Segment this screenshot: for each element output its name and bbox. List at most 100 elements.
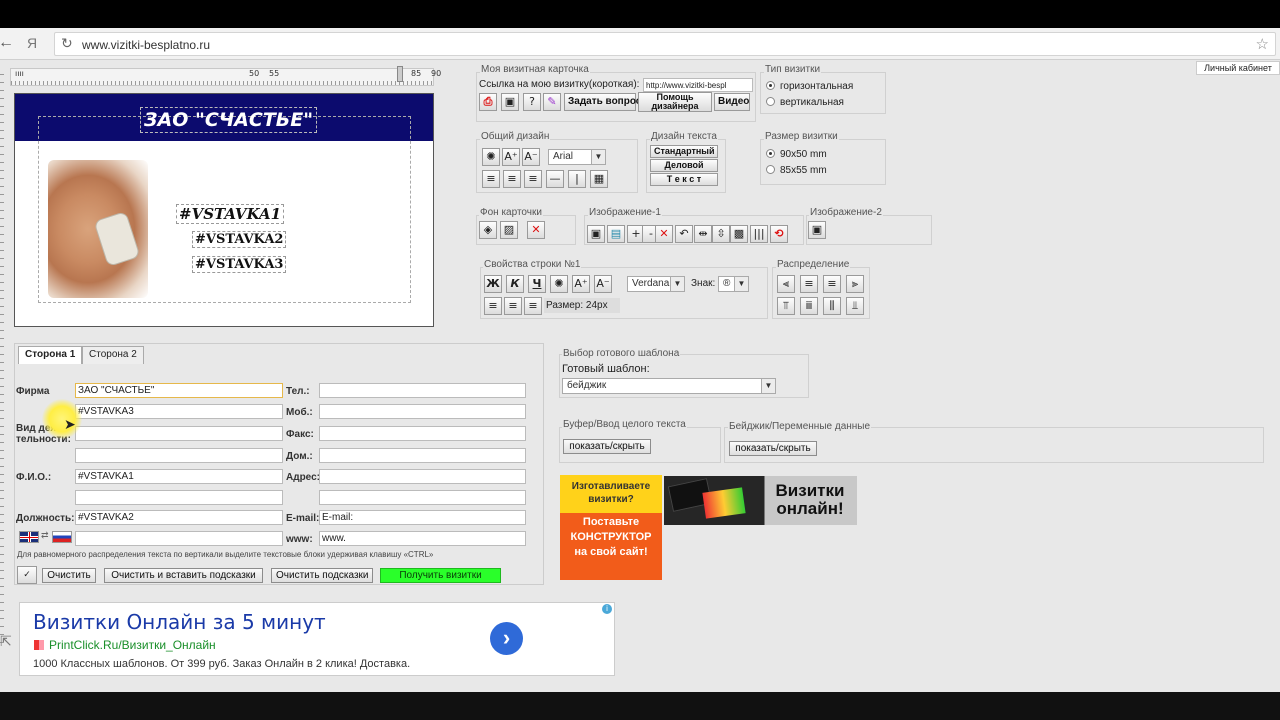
barcode-icon[interactable]: ||| bbox=[750, 225, 768, 243]
activity-input-3[interactable] bbox=[75, 448, 283, 463]
edit-icon[interactable]: ✎ bbox=[543, 93, 561, 111]
designer-help-button[interactable]: Помощь дизайнера bbox=[638, 92, 712, 112]
line-font-increase-icon[interactable]: A⁺ bbox=[572, 275, 590, 293]
position-input[interactable]: #VSTAVKA2 bbox=[75, 510, 283, 525]
distribute-bottom-icon[interactable]: ⫫ bbox=[846, 297, 864, 315]
font-increase-icon[interactable]: A⁺ bbox=[502, 148, 520, 166]
line-align-right-icon[interactable]: ≡ bbox=[524, 297, 542, 315]
card-line-1[interactable]: #VSTAVKA1 bbox=[176, 204, 285, 224]
position-input-2[interactable] bbox=[75, 531, 283, 546]
swap-language-icon[interactable]: ⇄ bbox=[41, 530, 49, 541]
address-input-2[interactable] bbox=[319, 490, 526, 505]
sign-select[interactable]: ® ▼ bbox=[718, 276, 749, 292]
ad-title[interactable]: Визитки Онлайн за 5 минут bbox=[33, 610, 326, 634]
line-font-decrease-icon[interactable]: A⁻ bbox=[594, 275, 612, 293]
back-icon[interactable]: ← bbox=[0, 34, 14, 52]
ad-domain[interactable]: PrintClick.Ru/Визитки_Онлайн bbox=[49, 638, 216, 652]
personal-cabinet-link[interactable]: Личный кабинет bbox=[1196, 61, 1280, 75]
yandex-icon[interactable]: Я bbox=[27, 35, 37, 51]
address-bar[interactable]: ↻ www.vizitki-besplatno.ru ☆ bbox=[54, 32, 1276, 56]
firm-input[interactable]: ЗАО "СЧАСТЬЕ" bbox=[75, 383, 283, 398]
www-input[interactable]: www. bbox=[319, 531, 526, 546]
distribute-vertical-top-icon[interactable]: ⅲ bbox=[800, 297, 818, 315]
clear-hints-button[interactable]: Очистить подсказки bbox=[271, 568, 373, 583]
qr-code-icon[interactable]: ▩ bbox=[730, 225, 748, 243]
reload-icon[interactable]: ↻ bbox=[61, 35, 73, 52]
line-align-left-icon[interactable]: ≡ bbox=[484, 297, 502, 315]
distribute-center-icon[interactable]: ≡ bbox=[823, 275, 841, 293]
address-input[interactable] bbox=[319, 469, 526, 484]
horizontal-line-icon[interactable]: — bbox=[546, 170, 564, 188]
card-photo[interactable] bbox=[48, 160, 148, 298]
line-align-center-icon[interactable]: ≡ bbox=[504, 297, 522, 315]
distribute-left-icon[interactable]: ⫷ bbox=[777, 275, 795, 293]
bookmark-star-icon[interactable]: ☆ bbox=[1256, 35, 1269, 53]
arrow-right-icon[interactable]: › bbox=[490, 622, 523, 655]
text-style-standard[interactable]: Стандартный bbox=[650, 145, 718, 158]
clear-insert-button[interactable]: Очистить и вставить подсказки bbox=[104, 568, 263, 583]
bold-button[interactable]: Ж bbox=[484, 275, 502, 293]
ad-info-icon[interactable]: i bbox=[602, 604, 612, 614]
short-link-input[interactable]: http://www.vizitki-bespl bbox=[643, 78, 753, 92]
tab-side-2[interactable]: Сторона 2 bbox=[82, 346, 144, 364]
activity-input-2[interactable] bbox=[75, 426, 283, 441]
text-style-business[interactable]: Деловой bbox=[650, 159, 718, 172]
align-right-icon[interactable]: ≡ bbox=[524, 170, 542, 188]
clear-button[interactable]: Очистить bbox=[42, 568, 96, 583]
template-select[interactable]: бейджик ▼ bbox=[562, 378, 776, 394]
italic-button[interactable]: К bbox=[506, 275, 524, 293]
distribute-top-icon[interactable]: ⫪ bbox=[777, 297, 795, 315]
image-gallery-icon[interactable]: ▤ bbox=[607, 225, 625, 243]
card-line-2[interactable]: #VSTAVKA2 bbox=[192, 231, 287, 248]
radio-vertical[interactable]: вертикальная bbox=[766, 97, 844, 108]
general-font-select[interactable]: Arial ▼ bbox=[548, 149, 606, 165]
promo-online-banner[interactable]: Визитки онлайн! bbox=[664, 476, 857, 525]
font-decrease-icon[interactable]: A⁻ bbox=[522, 148, 540, 166]
ad-block[interactable]: Визитки Онлайн за 5 минут PrintClick.Ru/… bbox=[19, 602, 615, 676]
fio-input[interactable]: #VSTAVKA1 bbox=[75, 469, 283, 484]
spellcheck-icon[interactable]: ✓ bbox=[17, 566, 37, 584]
radio-size-90x50[interactable]: 90x50 mm bbox=[766, 149, 827, 160]
line-color-icon[interactable]: ✺ bbox=[550, 275, 568, 293]
align-left-icon[interactable]: ≡ bbox=[482, 170, 500, 188]
help-icon[interactable]: ? bbox=[523, 93, 541, 111]
align-center-icon[interactable]: ≡ bbox=[503, 170, 521, 188]
get-cards-button[interactable]: Получить визитки bbox=[380, 568, 501, 583]
badge-toggle-button[interactable]: показать/скрыть bbox=[729, 441, 817, 456]
image2-upload-icon[interactable]: ▣ bbox=[808, 221, 826, 239]
remove-bg-icon[interactable]: ✕ bbox=[527, 221, 545, 239]
flip-vertical-icon[interactable]: ⇳ bbox=[712, 225, 730, 243]
distribute-right-icon[interactable]: ⫸ bbox=[846, 275, 864, 293]
grid-icon[interactable]: ▦ bbox=[590, 170, 608, 188]
line-font-select[interactable]: Verdana ▼ bbox=[627, 276, 685, 292]
flag-uk-icon[interactable] bbox=[19, 531, 39, 543]
image-upload-icon[interactable]: ▣ bbox=[587, 225, 605, 243]
radio-size-85x55[interactable]: 85x55 mm bbox=[766, 165, 827, 176]
ask-question-button[interactable]: Задать вопрос bbox=[564, 93, 641, 111]
promo-constructor-banner[interactable]: Изготавливаете визитки? Поставьте КОНСТР… bbox=[560, 475, 662, 580]
ruler-slider-handle[interactable] bbox=[397, 66, 403, 82]
tab-side-1[interactable]: Сторона 1 bbox=[18, 346, 83, 364]
video-button[interactable]: Видео bbox=[714, 93, 750, 111]
email-input[interactable]: E-mail: bbox=[319, 510, 526, 525]
radio-horizontal[interactable]: горизонтальная bbox=[766, 81, 853, 92]
mob-input[interactable] bbox=[319, 404, 526, 419]
image-reset-icon[interactable]: ⟲ bbox=[770, 225, 788, 243]
expand-arrow-icon[interactable]: ⇱ bbox=[0, 633, 12, 650]
buffer-toggle-button[interactable]: показать/скрыть bbox=[563, 439, 651, 454]
tel-input[interactable] bbox=[319, 383, 526, 398]
distribute-left-center-icon[interactable]: ≡ bbox=[800, 275, 818, 293]
card-line-3[interactable]: #VSTAVKA3 bbox=[192, 256, 287, 273]
fax-input[interactable] bbox=[319, 426, 526, 441]
save-icon[interactable]: ▣ bbox=[501, 93, 519, 111]
home-input[interactable] bbox=[319, 448, 526, 463]
fio-input-2[interactable] bbox=[75, 490, 283, 505]
flip-horizontal-icon[interactable]: ⇹ bbox=[694, 225, 712, 243]
activity-input-1[interactable]: #VSTAVKA3 bbox=[75, 404, 283, 419]
text-style-text[interactable]: Т е к с т bbox=[650, 173, 718, 186]
delete-image-icon[interactable]: ✕ bbox=[655, 225, 673, 243]
underline-button[interactable]: Ч bbox=[528, 275, 546, 293]
distribute-vertical-center-icon[interactable]: ⫼ bbox=[823, 297, 841, 315]
vertical-line-icon[interactable]: | bbox=[568, 170, 586, 188]
paint-icon[interactable]: ✺ bbox=[482, 148, 500, 166]
